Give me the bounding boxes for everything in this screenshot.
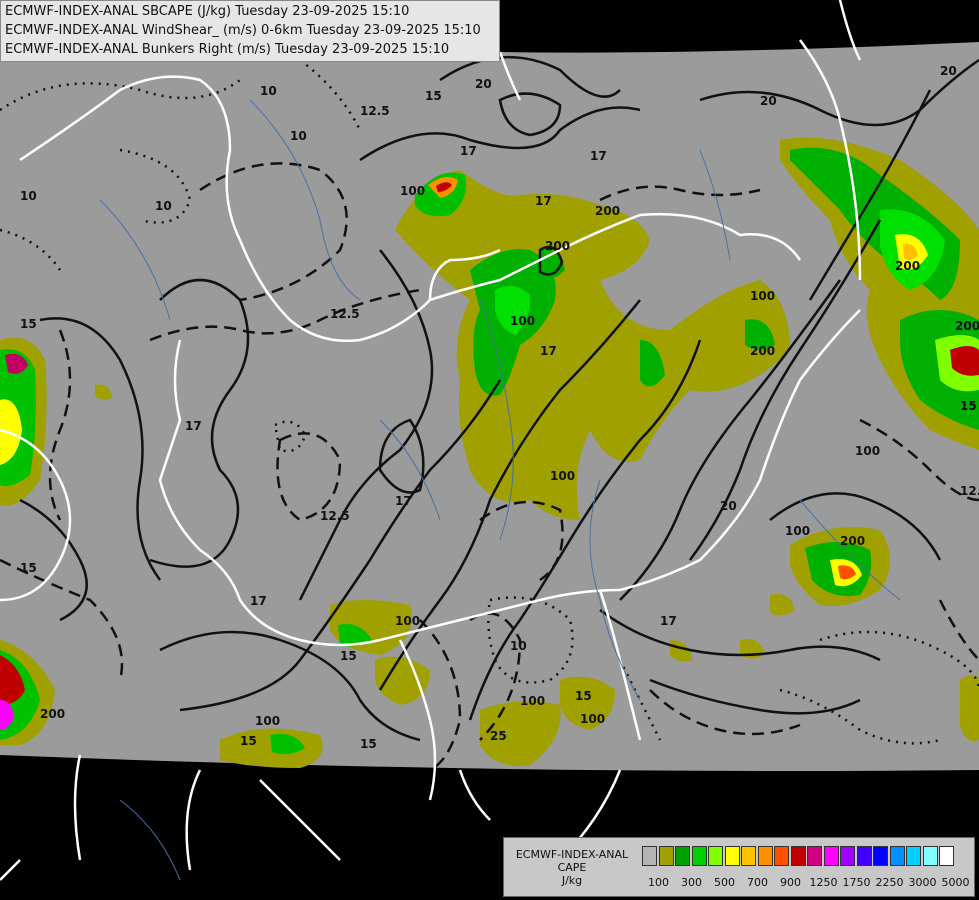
- legend-swatch: [922, 846, 938, 866]
- contour-label: 15: [340, 649, 357, 663]
- legend-swatch: [708, 846, 723, 866]
- contour-label: 12.5: [330, 307, 360, 321]
- legend-swatch: [724, 846, 740, 866]
- title-line-cape: ECMWF-INDEX-ANAL SBCAPE (J/kg) Tuesday 2…: [5, 4, 410, 19]
- legend-tick-label: 500: [714, 876, 735, 889]
- legend-swatch: [658, 846, 674, 866]
- legend-swatch: [642, 846, 657, 866]
- legend-swatch: [691, 846, 707, 866]
- title-box: ECMWF-INDEX-ANAL SBCAPE (J/kg) Tuesday 2…: [0, 0, 500, 62]
- legend-swatch: [889, 846, 905, 866]
- contour-label: 17: [535, 194, 552, 208]
- contour-label: 100: [855, 444, 880, 458]
- legend-swatch: [774, 846, 789, 866]
- contour-label: 15: [20, 561, 37, 575]
- contour-label: 17: [590, 149, 607, 163]
- contour-label: 17: [250, 594, 267, 608]
- contour-label: 15: [960, 399, 977, 413]
- contour-label: 15: [360, 737, 377, 751]
- legend-swatch: [840, 846, 855, 866]
- contour-label: 20: [475, 77, 492, 91]
- title-line-bunkers: ECMWF-INDEX-ANAL Bunkers Right (m/s) Tue…: [5, 42, 450, 57]
- contour-label: 25: [490, 729, 507, 743]
- legend-swatch: [873, 846, 888, 866]
- legend-swatch: [906, 846, 921, 866]
- contour-label: 10: [155, 199, 172, 213]
- contour-label: 12.5: [360, 104, 390, 118]
- contour-label: 20: [760, 94, 777, 108]
- contour-label: 20: [940, 64, 957, 78]
- legend-tick-label: 3000: [908, 876, 937, 889]
- contour-label: 10: [290, 129, 307, 143]
- contour-label: 100: [395, 614, 420, 628]
- legend-swatch: [790, 846, 806, 866]
- legend-tick-label: 1750: [842, 876, 871, 889]
- legend-title-line: ECMWF-INDEX-ANAL: [515, 848, 629, 861]
- contour-label: 100: [785, 524, 810, 538]
- contour-label: 100: [520, 694, 545, 708]
- contour-label: 200: [595, 204, 620, 218]
- contour-label: 100: [255, 714, 280, 728]
- contour-label: 200: [895, 259, 920, 273]
- contour-label: 100: [750, 289, 775, 303]
- contour-label: 100: [510, 314, 535, 328]
- legend-swatch: [675, 846, 690, 866]
- contour-label: 10: [20, 189, 37, 203]
- legend-tick-label: 700: [747, 876, 768, 889]
- contour-label: 200: [840, 534, 865, 548]
- contour-label: 100: [550, 469, 575, 483]
- contour-label: 100: [580, 712, 605, 726]
- contour-label: 17: [460, 144, 477, 158]
- contour-label: 12.5: [320, 509, 350, 523]
- contour-label: 200: [545, 239, 570, 253]
- legend-tick-label: 1250: [809, 876, 838, 889]
- weather-map: 10 10 10 10 12.5 15 20 20 20 17 17 17 12.5 15 17 12.5 17…: [0, 0, 979, 881]
- legend-tick-label: 2250: [875, 876, 904, 889]
- contour-label: 200: [40, 707, 65, 721]
- legend-swatch: [856, 846, 872, 866]
- contour-label: 10: [260, 84, 277, 98]
- contour-label: 17: [540, 344, 557, 358]
- legend-tick-label: 5000: [941, 876, 970, 889]
- legend-title: ECMWF-INDEX-ANAL CAPE J/kg: [508, 848, 636, 887]
- contour-label: 200: [955, 319, 979, 333]
- legend-tick-label: 100: [648, 876, 669, 889]
- legend-swatch: [807, 846, 822, 866]
- contour-label: 20: [720, 499, 737, 513]
- contour-label: 15: [425, 89, 442, 103]
- legend-title-line: CAPE: [557, 861, 587, 874]
- legend-tick-label: 300: [681, 876, 702, 889]
- contour-label: 12.5: [960, 484, 979, 498]
- legend-tick-label: 900: [780, 876, 801, 889]
- contour-label: 10: [510, 639, 527, 653]
- title-line-windshear: ECMWF-INDEX-ANAL WindShear_ (m/s) 0-6km …: [5, 23, 481, 38]
- legend-swatch: [823, 846, 839, 866]
- contour-label: 100: [400, 184, 425, 198]
- legend-swatch: [939, 846, 954, 866]
- cape-legend: ECMWF-INDEX-ANAL CAPE J/kg 100 300 500 700 9…: [503, 837, 975, 897]
- legend-swatch: [741, 846, 756, 866]
- contour-label: 200: [750, 344, 775, 358]
- contour-label: 15: [20, 317, 37, 331]
- contour-label: 15: [575, 689, 592, 703]
- legend-swatch: [757, 846, 773, 866]
- contour-label: 17: [185, 419, 202, 433]
- contour-label: 15: [240, 734, 257, 748]
- contour-label: 17: [395, 494, 412, 508]
- contour-label: 17: [660, 614, 677, 628]
- legend-title-line: J/kg: [561, 874, 583, 887]
